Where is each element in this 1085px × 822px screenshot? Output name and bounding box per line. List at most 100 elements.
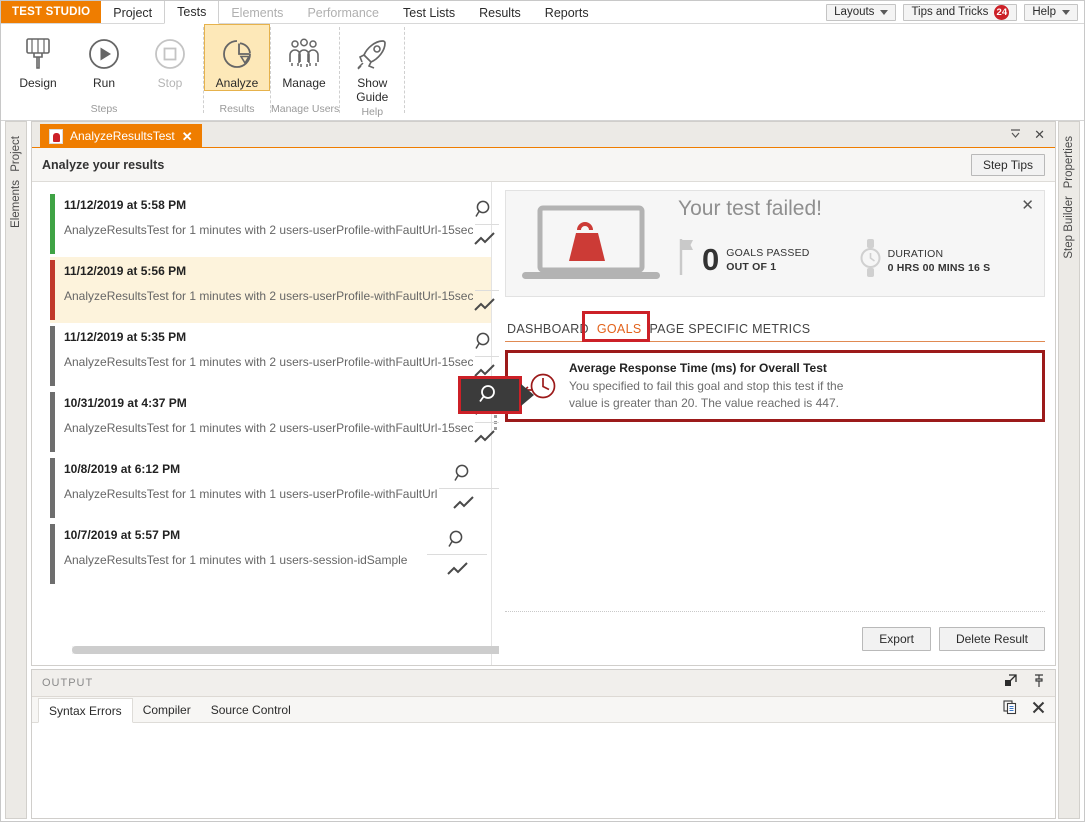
test-summary-card: Your test failed! 0 GOALS PASSED OUT OF … — [505, 190, 1045, 297]
ribbon-toolbar: Design Run Stop Steps Analyze Results Ma… — [1, 24, 1084, 121]
close-icon[interactable]: ✕ — [182, 130, 193, 143]
pie-chart-icon — [219, 32, 255, 76]
result-date: 11/12/2019 at 5:35 PM — [64, 330, 187, 344]
manage-button[interactable]: Manage — [271, 24, 337, 91]
rocket-icon — [353, 32, 391, 76]
step-tips-button[interactable]: Step Tips — [970, 153, 1045, 176]
ribbon-group-results-label: Results — [219, 103, 255, 115]
summary-title: Your test failed! — [678, 197, 822, 220]
close-icon[interactable] — [1032, 701, 1045, 719]
run-label: Run — [92, 76, 115, 90]
tab-goals[interactable]: GOALS — [595, 322, 648, 341]
tab-list-dropdown-icon[interactable] — [1010, 128, 1021, 141]
ribbon-group-help: Show Guide Help — [340, 24, 404, 118]
tab-syntax-errors[interactable]: Syntax Errors — [38, 698, 133, 723]
menu-item-reports[interactable]: Reports — [533, 1, 601, 24]
users-icon — [284, 32, 324, 76]
output-content[interactable] — [32, 723, 1055, 818]
scrollbar-thumb[interactable] — [72, 646, 507, 654]
stop-label: Stop — [157, 76, 183, 90]
result-description: AnalyzeResultsTest for 1 minutes with 1 … — [64, 553, 408, 567]
rail-item-properties[interactable]: Properties — [1063, 136, 1075, 188]
magnifier-icon-highlight-callout[interactable] — [458, 376, 534, 414]
analyze-button[interactable]: Analyze — [204, 24, 270, 91]
result-list-item[interactable]: 11/12/2019 at 5:58 PM AnalyzeResultsTest… — [50, 191, 536, 257]
results-list-pane: 11/12/2019 at 5:58 PM AnalyzeResultsTest… — [32, 182, 536, 665]
delete-result-button[interactable]: Delete Result — [938, 627, 1045, 651]
result-list-item[interactable]: 11/12/2019 at 5:56 PM AnalyzeResultsTest… — [50, 257, 536, 323]
layouts-button[interactable]: Layouts — [826, 3, 897, 21]
results-list-horizontal-scrollbar[interactable] — [72, 646, 507, 654]
results-list: 11/12/2019 at 5:58 PM AnalyzeResultsTest… — [32, 182, 536, 587]
output-title: OUTPUT — [42, 677, 94, 689]
show-guide-button[interactable]: Show Guide — [340, 24, 404, 105]
tab-source-control[interactable]: Source Control — [201, 697, 301, 722]
trend-line-icon[interactable] — [473, 291, 497, 321]
document-header: Analyze your results Step Tips — [32, 148, 1055, 182]
tips-and-tricks-button[interactable]: Tips and Tricks 24 — [903, 3, 1018, 21]
design-button[interactable]: Design — [5, 24, 71, 91]
result-description: AnalyzeResultsTest for 1 minutes with 2 … — [64, 289, 474, 303]
ribbon-group-steps: Design Run Stop Steps — [5, 24, 203, 117]
status-bar — [50, 326, 55, 386]
result-list-item[interactable]: 11/12/2019 at 5:35 PM AnalyzeResultsTest… — [50, 323, 536, 389]
goals-passed-label: GOALS PASSED — [726, 246, 810, 259]
rail-item-project[interactable]: Project — [10, 136, 22, 172]
analyze-label: Analyze — [215, 76, 259, 90]
result-date: 10/8/2019 at 6:12 PM — [64, 462, 181, 476]
tab-page-specific-metrics[interactable]: PAGE SPECIFIC METRICS — [647, 322, 816, 341]
magnifier-icon[interactable] — [447, 525, 469, 555]
ribbon-group-steps-label: Steps — [90, 103, 118, 115]
menu-item-test-lists[interactable]: Test Lists — [391, 1, 467, 24]
chevron-down-icon — [880, 9, 889, 15]
right-dock-rail: Properties Step Builder — [1058, 121, 1080, 819]
menu-item-performance[interactable]: Performance — [295, 1, 391, 24]
goal-title: Average Response Time (ms) for Overall T… — [569, 360, 827, 375]
magnifier-icon[interactable] — [474, 195, 496, 225]
chevron-down-icon — [1062, 9, 1070, 15]
menu-item-results[interactable]: Results — [467, 1, 533, 24]
trend-line-icon[interactable] — [452, 489, 476, 519]
app-brand: TEST STUDIO — [1, 1, 102, 23]
copy-icon[interactable] — [1003, 699, 1018, 720]
run-button[interactable]: Run — [71, 24, 137, 91]
undock-icon[interactable] — [1004, 674, 1017, 692]
trend-line-icon[interactable] — [473, 225, 497, 255]
result-list-item[interactable]: 10/7/2019 at 5:57 PM AnalyzeResultsTest … — [50, 521, 491, 587]
export-button[interactable]: Export — [862, 627, 931, 651]
trend-line-icon[interactable] — [446, 555, 470, 585]
pin-icon[interactable] — [1033, 673, 1045, 693]
rail-item-elements[interactable]: Elements — [10, 180, 22, 228]
help-label: Help — [1032, 6, 1056, 18]
play-circle-icon — [86, 32, 122, 76]
help-button[interactable]: Help — [1024, 3, 1078, 21]
tab-dashboard[interactable]: DASHBOARD — [505, 322, 595, 341]
status-bar — [50, 392, 55, 452]
status-bar — [50, 524, 55, 584]
goal-description-line1: You specified to fail this goal and stop… — [569, 378, 844, 393]
document-tab-analyze-results-test[interactable]: AnalyzeResultsTest ✕ — [40, 124, 202, 148]
magnifier-icon[interactable] — [453, 459, 475, 489]
document-close-icon[interactable]: ✕ — [1034, 128, 1045, 141]
page-title: Analyze your results — [42, 157, 165, 172]
menu-item-tests[interactable]: Tests — [164, 1, 220, 24]
test-file-icon — [49, 128, 63, 144]
ribbon-separator — [404, 27, 406, 113]
magnifier-icon[interactable] — [474, 327, 496, 357]
result-list-item[interactable]: 10/8/2019 at 6:12 PM AnalyzeResultsTest … — [50, 455, 500, 521]
result-list-item[interactable]: 10/31/2019 at 4:37 PM AnalyzeResultsTest… — [50, 389, 536, 455]
duration-value: 0 HRS 00 MINS 16 S — [887, 261, 991, 274]
goals-out-of-label: OUT OF 1 — [726, 260, 777, 273]
trend-line-icon[interactable] — [473, 423, 497, 453]
summary-close-icon[interactable]: ✕ — [1021, 198, 1034, 213]
menu-item-elements[interactable]: Elements — [219, 1, 295, 24]
menu-item-project[interactable]: Project — [101, 1, 164, 24]
goals-passed-stat: 0 GOALS PASSED OUT OF 1 — [678, 237, 810, 282]
document-tab-strip: AnalyzeResultsTest ✕ ✕ — [32, 122, 1055, 148]
left-dock-rail: Project Elements — [5, 121, 27, 819]
result-description: AnalyzeResultsTest for 1 minutes with 2 … — [64, 223, 474, 237]
stop-button[interactable]: Stop — [137, 24, 203, 91]
tab-compiler[interactable]: Compiler — [133, 697, 201, 722]
rail-item-step-builder[interactable]: Step Builder — [1063, 196, 1075, 259]
detail-tab-strip: DASHBOARD GOALS PAGE SPECIFIC METRICS — [505, 311, 1045, 342]
